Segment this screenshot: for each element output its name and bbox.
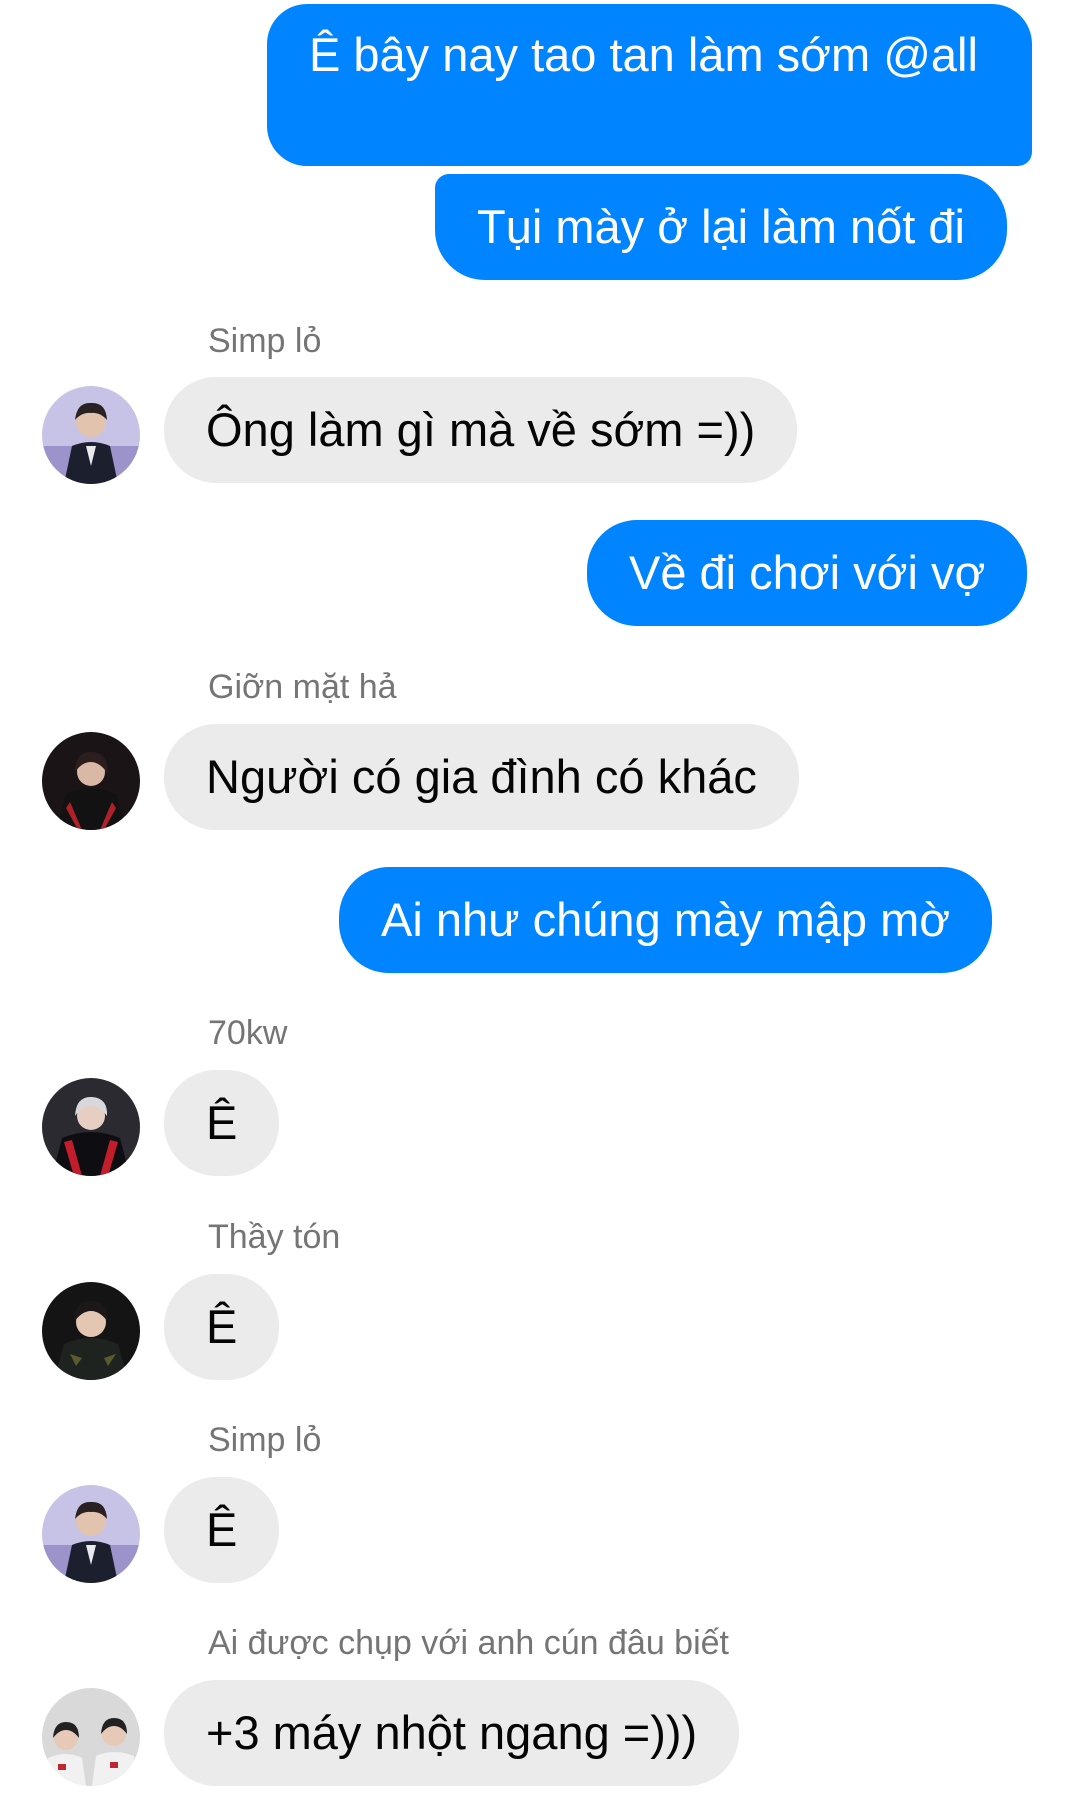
incoming-message-bubble[interactable]: Ê bbox=[164, 1477, 280, 1583]
message-text: Ê bbox=[206, 1503, 238, 1556]
avatar-man-suit[interactable] bbox=[42, 386, 140, 484]
incoming-message-bubble[interactable]: Ê bbox=[164, 1274, 280, 1380]
message-text: Ê bbox=[206, 1096, 238, 1149]
message-text: Ai như chúng mày mập mờ bbox=[381, 893, 951, 946]
message-text: Người có gia đình có khác bbox=[206, 750, 757, 803]
avatar-group-photo[interactable] bbox=[42, 1688, 140, 1786]
incoming-message-bubble[interactable]: Người có gia đình có khác bbox=[164, 724, 799, 830]
message-text: Tụi mày ở lại làm nốt đi bbox=[477, 200, 965, 253]
sender-name: Simp lỏ bbox=[208, 322, 322, 360]
incoming-message-bubble[interactable]: Ê bbox=[164, 1070, 280, 1176]
message-text: Ê bây nay tao tan làm sớm @all bbox=[309, 28, 978, 81]
sender-name: Ai được chụp với anh cún đâu biết bbox=[208, 1624, 729, 1662]
sender-name: 70kw bbox=[208, 1014, 288, 1052]
message-text: Về đi chơi với vợ bbox=[629, 546, 986, 599]
avatar-man-suit[interactable] bbox=[42, 1485, 140, 1583]
outgoing-message-bubble[interactable]: Ai như chúng mày mập mờ bbox=[339, 867, 993, 973]
incoming-message-bubble[interactable]: Ông làm gì mà về sớm =)) bbox=[164, 377, 798, 483]
incoming-message-bubble[interactable]: +3 máy nhột ngang =))) bbox=[164, 1680, 740, 1786]
sender-name: Thầy tón bbox=[208, 1218, 341, 1256]
outgoing-message-bubble[interactable]: Tụi mày ở lại làm nốt đi bbox=[435, 174, 1007, 280]
outgoing-message-bubble[interactable]: Về đi chơi với vợ bbox=[587, 520, 1028, 626]
outgoing-message-bubble[interactable]: Ê bây nay tao tan làm sớm @all bbox=[267, 4, 1032, 166]
sender-name: Simp lỏ bbox=[208, 1421, 322, 1459]
avatar-red-jacket[interactable] bbox=[42, 732, 140, 830]
sender-name: Giỡn mặt hả bbox=[208, 668, 397, 706]
message-text: +3 máy nhột ngang =))) bbox=[206, 1706, 698, 1759]
avatar-team-jersey[interactable] bbox=[42, 1078, 140, 1176]
message-text: Ê bbox=[206, 1300, 238, 1353]
message-text: Ông làm gì mà về sớm =)) bbox=[206, 403, 756, 456]
chat-thread: Ê bây nay tao tan làm sớm @all Tụi mày ở… bbox=[0, 0, 1080, 1793]
avatar-dark-portrait[interactable] bbox=[42, 1282, 140, 1380]
